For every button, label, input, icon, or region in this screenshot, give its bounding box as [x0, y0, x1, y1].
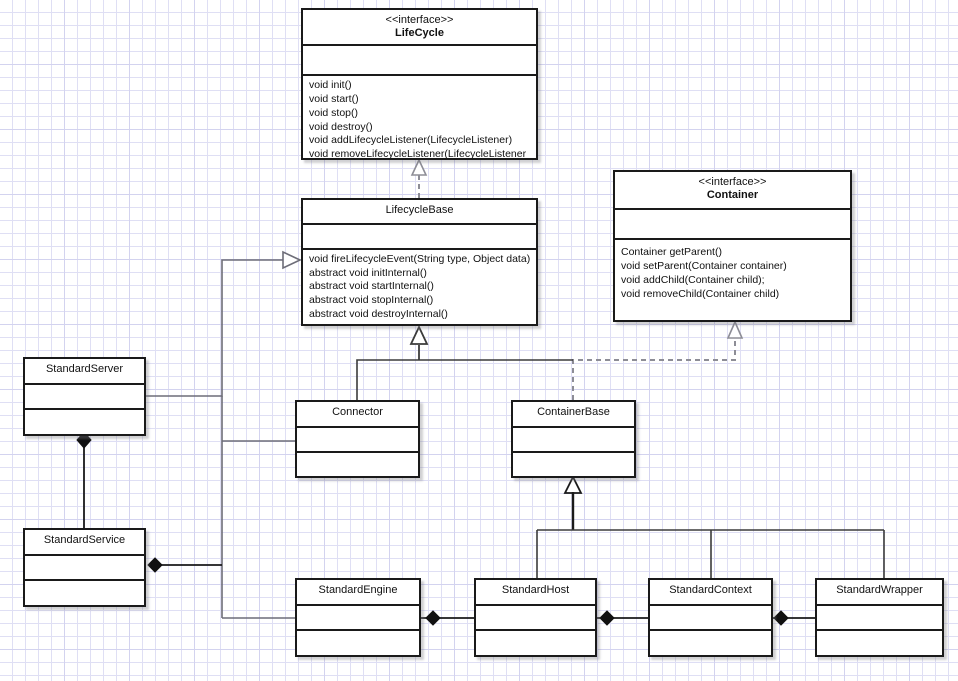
class-name-lifecyclebase: LifecycleBase: [385, 204, 454, 216]
class-box-standardservice[interactable]: StandardService: [23, 528, 146, 607]
class-box-standardserver[interactable]: StandardServer: [23, 357, 146, 436]
operation-item: void addChild(Container child);: [621, 273, 765, 286]
class-stereotype-container: <<interface>>: [698, 176, 767, 188]
operation-item: void removeChild(Container child): [621, 287, 780, 300]
class-header-standardcontext: StandardContext: [650, 580, 771, 606]
class-name-standardengine: StandardEngine: [318, 584, 398, 596]
class-box-standardcontext[interactable]: StandardContext: [648, 578, 773, 657]
edge-containerbase-realizes-container: [572, 320, 744, 400]
edge-lifecyclebase-realizes-lifecycle: [410, 158, 428, 198]
class-operations-standardcontext: [650, 631, 771, 655]
class-attributes-standardwrapper: [817, 606, 942, 631]
operation-item: void removeLifecycleListener(LifecycleLi…: [309, 148, 527, 158]
class-operations-standardengine: [297, 631, 419, 655]
operation-item: abstract void stopInternal(): [309, 294, 434, 307]
class-box-standardwrapper[interactable]: StandardWrapper: [815, 578, 944, 657]
edge-containerbase-children-generalization: [536, 474, 885, 578]
edge-standardserver-standardservice-extends-lifecyclebase: [146, 250, 302, 619]
class-attributes-lifecycle: [303, 46, 536, 76]
class-name-standardservice: StandardService: [43, 534, 126, 546]
class-header-standardengine: StandardEngine: [297, 580, 419, 606]
operation-item: void addLifecycleListener(LifecycleListe…: [309, 134, 513, 147]
class-header-standardserver: StandardServer: [25, 359, 144, 385]
class-box-standardengine[interactable]: StandardEngine: [295, 578, 421, 657]
class-attributes-standardcontext: [650, 606, 771, 631]
edge-connector-containerbase-extends-lifecyclebase: [356, 324, 573, 400]
class-name-standardserver: StandardServer: [45, 363, 124, 375]
class-box-containerbase[interactable]: ContainerBase: [511, 400, 636, 478]
class-operations-lifecycle: void init() void start() void stop() voi…: [303, 76, 536, 158]
class-operations-connector: [297, 453, 418, 476]
class-operations-containerbase: [513, 453, 634, 476]
operation-item: void destroy(): [309, 120, 373, 133]
class-header-lifecycle: <<interface>> LifeCycle: [303, 10, 536, 46]
class-attributes-standardengine: [297, 606, 419, 631]
class-operations-lifecyclebase: void fireLifecycleEvent(String type, Obj…: [303, 250, 536, 324]
class-attributes-container: [615, 210, 850, 240]
class-attributes-containerbase: [513, 428, 634, 453]
class-operations-standardhost: [476, 631, 595, 655]
class-name-lifecycle: LifeCycle: [395, 26, 444, 39]
class-header-standardservice: StandardService: [25, 530, 144, 556]
edge-standardhost-composes-standardcontext: [597, 610, 651, 626]
class-operations-standardserver: [25, 410, 144, 434]
class-operations-standardservice: [25, 581, 144, 605]
class-box-container[interactable]: <<interface>> Container Container getPar…: [613, 170, 852, 322]
class-operations-container: Container getParent() void setParent(Con…: [615, 240, 850, 320]
class-attributes-standardhost: [476, 606, 595, 631]
edge-standardservice-composes-standardengine: [147, 557, 222, 573]
class-operations-standardwrapper: [817, 631, 942, 655]
edge-standardserver-composes-standardservice: [76, 431, 92, 528]
class-attributes-standardservice: [25, 556, 144, 581]
class-header-connector: Connector: [297, 402, 418, 428]
edge-standardengine-composes-standardhost: [421, 610, 478, 626]
operation-item: void stop(): [309, 106, 359, 119]
class-name-standardwrapper: StandardWrapper: [836, 584, 923, 596]
operation-item: Container getParent(): [621, 246, 722, 258]
class-attributes-standardserver: [25, 385, 144, 410]
class-name-containerbase: ContainerBase: [537, 406, 610, 418]
class-header-standardwrapper: StandardWrapper: [817, 580, 942, 606]
class-name-standardhost: StandardHost: [501, 584, 570, 596]
operation-item: void init(): [309, 78, 352, 91]
operation-item: abstract void initInternal(): [309, 266, 427, 279]
class-name-standardcontext: StandardContext: [669, 584, 752, 596]
class-header-containerbase: ContainerBase: [513, 402, 634, 428]
class-name-container: Container: [706, 188, 759, 201]
operation-item: abstract void destroyInternal(): [309, 308, 448, 321]
class-attributes-lifecyclebase: [303, 225, 536, 250]
operation-item: void setParent(Container container): [621, 259, 787, 272]
class-header-standardhost: StandardHost: [476, 580, 595, 606]
class-box-standardhost[interactable]: StandardHost: [474, 578, 597, 657]
operation-item: void start(): [309, 92, 359, 105]
class-header-container: <<interface>> Container: [615, 172, 850, 210]
class-box-lifecyclebase[interactable]: LifecycleBase void fireLifecycleEvent(St…: [301, 198, 538, 326]
edge-standardcontext-composes-standardwrapper: [772, 610, 815, 626]
class-box-lifecycle[interactable]: <<interface>> LifeCycle void init() void…: [301, 8, 538, 160]
class-box-connector[interactable]: Connector: [295, 400, 420, 478]
class-stereotype-lifecycle: <<interface>>: [385, 14, 454, 26]
diagram-canvas[interactable]: <<interface>> LifeCycle void init() void…: [0, 0, 958, 681]
operation-item: abstract void startInternal(): [309, 280, 434, 293]
class-attributes-connector: [297, 428, 418, 453]
class-name-connector: Connector: [332, 406, 383, 418]
class-header-lifecyclebase: LifecycleBase: [303, 200, 536, 225]
operation-item: void fireLifecycleEvent(String type, Obj…: [309, 252, 531, 265]
